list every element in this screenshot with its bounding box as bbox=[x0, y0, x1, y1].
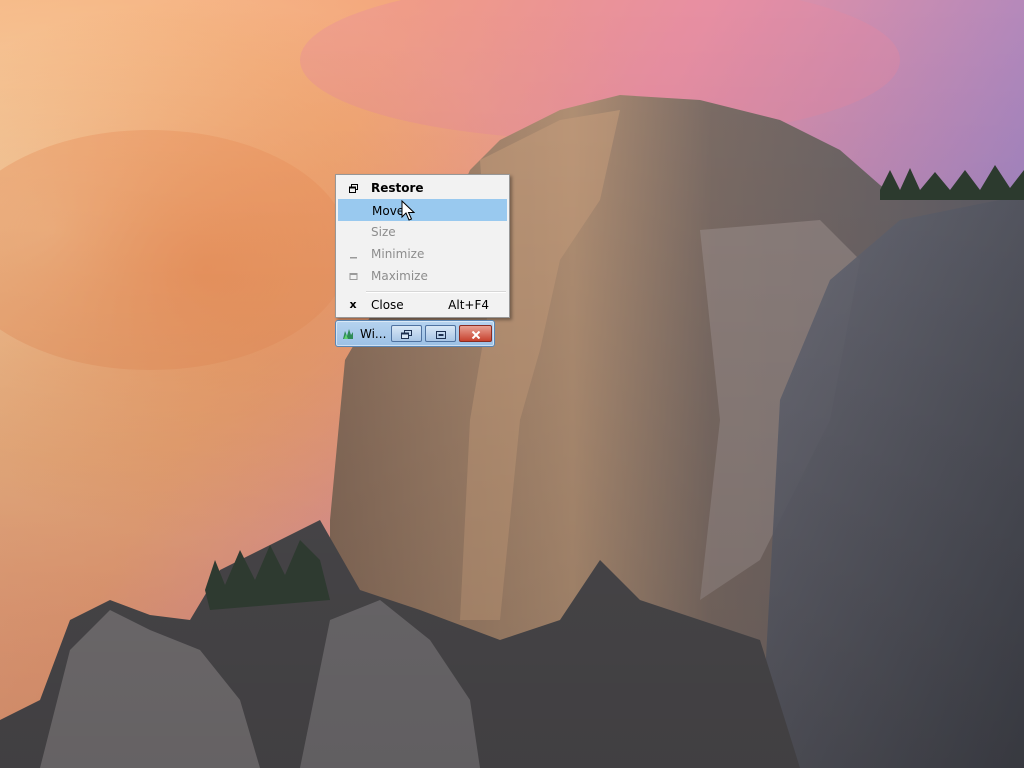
maximize-button[interactable] bbox=[425, 325, 456, 342]
close-x-icon: x bbox=[349, 298, 357, 311]
menu-item-label: Minimize bbox=[371, 247, 425, 261]
restore-icon bbox=[401, 324, 412, 343]
minimize-icon bbox=[346, 243, 360, 265]
desktop: Restore Move Size Minimize Maximize x Cl… bbox=[0, 0, 1024, 768]
menu-separator bbox=[366, 291, 506, 293]
menu-item-label: Close bbox=[371, 298, 404, 312]
arrow-cursor bbox=[401, 200, 415, 221]
menu-item-minimize[interactable]: Minimize bbox=[338, 243, 507, 265]
menu-item-label: Maximize bbox=[371, 269, 428, 283]
menu-item-close[interactable]: x Close Alt+F4 bbox=[338, 294, 507, 316]
menu-item-label: Size bbox=[371, 225, 396, 239]
maximize-icon bbox=[346, 265, 360, 287]
menu-item-label: Move bbox=[372, 204, 405, 218]
menu-item-shortcut: Alt+F4 bbox=[448, 298, 489, 312]
menu-item-label: Restore bbox=[371, 181, 424, 195]
window-system-menu: Restore Move Size Minimize Maximize x Cl… bbox=[335, 174, 510, 318]
app-icon[interactable] bbox=[341, 326, 355, 340]
close-button[interactable] bbox=[459, 325, 492, 342]
restore-icon bbox=[346, 177, 360, 199]
menu-item-move[interactable]: Move bbox=[338, 199, 507, 221]
menu-item-restore[interactable]: Restore bbox=[338, 177, 507, 199]
menu-item-size[interactable]: Size bbox=[338, 221, 507, 243]
close-icon bbox=[471, 324, 481, 343]
maximize-icon bbox=[435, 324, 446, 343]
minimized-window[interactable]: Wi... bbox=[335, 320, 495, 347]
menu-item-maximize[interactable]: Maximize bbox=[338, 265, 507, 287]
window-title: Wi... bbox=[360, 327, 387, 341]
restore-button[interactable] bbox=[391, 325, 422, 342]
wallpaper-image bbox=[0, 0, 1024, 768]
